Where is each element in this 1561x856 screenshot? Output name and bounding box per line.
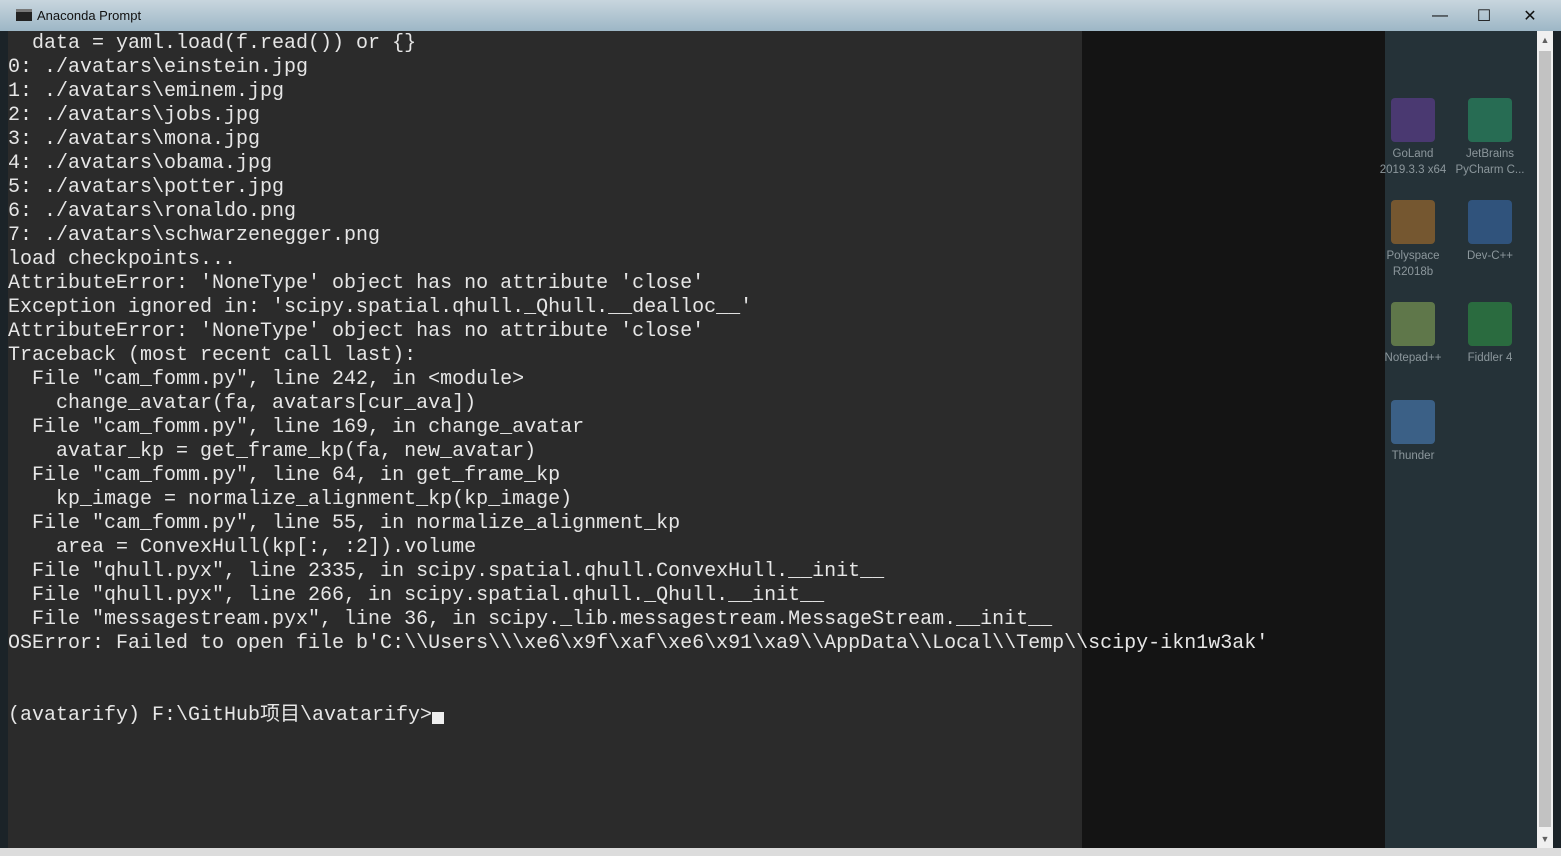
terminal-line: 2: ./avatars\jobs.jpg	[8, 104, 261, 127]
desktop-icon[interactable]: Dev-C++	[1455, 200, 1525, 264]
desktop-icon-label: GoLand 2019.3.3 x64	[1379, 148, 1447, 176]
terminal-line: File "cam_fomm.py", line 64, in get_fram…	[8, 464, 561, 487]
terminal-line: AttributeError: 'NoneType' object has no…	[8, 320, 705, 343]
scrollbar-thumb[interactable]	[1539, 51, 1551, 827]
minimize-button[interactable]: —	[1417, 0, 1463, 31]
terminal-line: File "messagestream.pyx", line 36, in sc…	[8, 608, 1053, 631]
terminal-line: AttributeError: 'NoneType' object has no…	[8, 272, 705, 295]
desktop-icon[interactable]: GoLand 2019.3.3 x64	[1378, 98, 1448, 178]
terminal-line: 6: ./avatars\ronaldo.png	[8, 200, 297, 223]
app-icon	[1391, 98, 1435, 142]
terminal-line: File "qhull.pyx", line 2335, in scipy.sp…	[8, 560, 885, 583]
desktop-icon[interactable]: Fiddler 4	[1455, 302, 1525, 366]
terminal-output: data = yaml.load(f.read()) or {} 0: ./ava…	[8, 32, 1268, 728]
terminal-line: File "cam_fomm.py", line 242, in <module…	[8, 368, 525, 391]
background-status-bar	[0, 848, 1561, 856]
terminal-line: 7: ./avatars\schwarzenegger.png	[8, 224, 381, 247]
terminal-line: 1: ./avatars\eminem.jpg	[8, 80, 285, 103]
terminal-line: 3: ./avatars\mona.jpg	[8, 128, 261, 151]
terminal-line: Traceback (most recent call last):	[8, 344, 417, 367]
terminal-line: load checkpoints...	[8, 248, 237, 271]
terminal-line: avatar_kp = get_frame_kp(fa, new_avatar)	[8, 440, 537, 463]
app-icon	[1391, 200, 1435, 244]
desktop-icon[interactable]: JetBrains PyCharm C...	[1455, 98, 1525, 178]
terminal-line: Exception ignored in: 'scipy.spatial.qhu…	[8, 296, 753, 319]
cursor	[432, 712, 445, 724]
app-icon	[1391, 302, 1435, 346]
app-icon	[1468, 302, 1512, 346]
close-button[interactable]: ✕	[1507, 0, 1553, 31]
terminal-line: File "qhull.pyx", line 266, in scipy.spa…	[8, 584, 825, 607]
desktop-icon-label: Thunder	[1391, 450, 1435, 462]
terminal-line: 4: ./avatars\obama.jpg	[8, 152, 273, 175]
desktop-icon[interactable]: Polyspace R2018b	[1378, 200, 1448, 280]
app-icon	[1391, 400, 1435, 444]
desktop-icon-label: Polyspace R2018b	[1386, 250, 1440, 278]
app-icon	[1468, 200, 1512, 244]
terminal-line: area = ConvexHull(kp[:, :2]).volume	[8, 536, 477, 559]
desktop-icon-label: Dev-C++	[1466, 250, 1514, 262]
terminal-line: kp_image = normalize_alignment_kp(kp_ima…	[8, 488, 573, 511]
terminal-icon	[16, 9, 32, 21]
terminal-line: 0: ./avatars\einstein.jpg	[8, 56, 309, 79]
window-title: Anaconda Prompt	[37, 8, 142, 23]
scrollbar[interactable]: ▲ ▼	[1537, 31, 1553, 848]
terminal-line: OSError: Failed to open file b'C:\\Users…	[8, 632, 1269, 655]
prompt: (avatarify) F:\GitHub项目\avatarify>	[8, 704, 433, 727]
title-bar[interactable]: Anaconda Prompt — ☐ ✕	[0, 0, 1561, 31]
terminal-line: change_avatar(fa, avatars[cur_ava])	[8, 392, 477, 415]
maximize-button[interactable]: ☐	[1461, 0, 1507, 31]
app-icon	[1468, 98, 1512, 142]
terminal-line: File "cam_fomm.py", line 55, in normaliz…	[8, 512, 681, 535]
terminal-line: 5: ./avatars\potter.jpg	[8, 176, 285, 199]
desktop-icon-label: Notepad++	[1384, 352, 1442, 364]
desktop-icon-label: JetBrains PyCharm C...	[1455, 148, 1525, 176]
desktop-icon-label: Fiddler 4	[1467, 352, 1513, 364]
terminal-line: File "cam_fomm.py", line 169, in change_…	[8, 416, 585, 439]
scroll-up-arrow-icon[interactable]: ▲	[1537, 31, 1553, 49]
desktop-icon[interactable]: Thunder	[1378, 400, 1448, 464]
terminal-line: data = yaml.load(f.read()) or {}	[8, 32, 417, 55]
desktop-icon[interactable]: Notepad++	[1378, 302, 1448, 366]
scroll-down-arrow-icon[interactable]: ▼	[1537, 830, 1553, 848]
